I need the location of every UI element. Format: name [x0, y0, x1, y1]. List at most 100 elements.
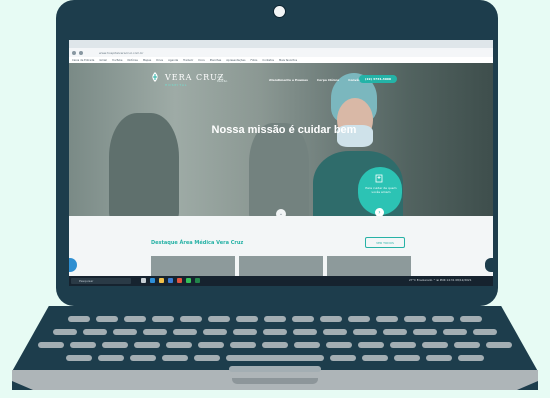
key [383, 329, 407, 335]
key [134, 342, 160, 348]
main-menu: Atendimento e Exames Corpo Clínico Convê… [269, 78, 366, 82]
hero-photo-surgeon [109, 113, 179, 216]
bookmark-item[interactable]: Fotos [250, 59, 257, 62]
key [124, 316, 146, 322]
key [162, 355, 188, 361]
bookmark-item[interactable]: Mais favoritos [279, 59, 297, 62]
key [233, 329, 257, 335]
address-bar[interactable]: www.hospitalveracruz.com.br [69, 48, 493, 57]
key [292, 316, 314, 322]
key [432, 316, 454, 322]
building-icon [375, 174, 383, 183]
doctor-card[interactable] [327, 256, 411, 278]
keyboard-row [0, 316, 550, 322]
spacebar-key [226, 355, 324, 361]
key [66, 355, 92, 361]
section-title: Destaque Área Médica Vera Cruz [151, 240, 244, 246]
chat-widget-button[interactable] [485, 258, 493, 272]
highlight-section: Destaque Área Médica Vera Cruz VER TODOS [69, 216, 493, 278]
key [98, 355, 124, 361]
bookmark-item[interactable]: Caixa de Entrada [72, 59, 94, 62]
bookmark-item[interactable]: Docs [198, 59, 204, 62]
key [454, 342, 480, 348]
key [68, 316, 90, 322]
forward-icon[interactable] [79, 50, 83, 55]
key [230, 342, 256, 348]
key [348, 316, 370, 322]
key [70, 342, 96, 348]
key [203, 329, 227, 335]
key [96, 316, 118, 322]
bookmark-item[interactable]: Planilhas [210, 59, 222, 62]
key [390, 342, 416, 348]
key [358, 342, 384, 348]
menu-item-atendimento[interactable]: Atendimento e Exames [269, 78, 308, 82]
store-icon[interactable] [168, 278, 173, 283]
bookmark-item[interactable]: Notícias [127, 59, 137, 62]
keyboard-row [0, 342, 550, 348]
bookmark-item[interactable]: Gmail [99, 59, 107, 62]
system-tray[interactable]: 27°C Ensolarado ^ ⊞ POR 14:31 08/12/2021 [409, 278, 472, 282]
key [413, 329, 437, 335]
key [166, 342, 192, 348]
key [422, 342, 448, 348]
logo-subtitle: HOSPITAL [165, 83, 188, 87]
key [262, 342, 288, 348]
chrome-icon[interactable] [177, 278, 182, 283]
back-icon[interactable] [72, 50, 76, 55]
url-text[interactable]: www.hospitalveracruz.com.br [99, 51, 143, 55]
promo-bubble-text: Para cuidar de quem vocês amam [365, 186, 397, 194]
key [180, 316, 202, 322]
task-view-icon[interactable] [141, 278, 146, 283]
hospital-logo-icon[interactable] [149, 71, 161, 83]
key [102, 342, 128, 348]
key [460, 316, 482, 322]
browser-tab-bar[interactable] [69, 40, 493, 48]
folder-icon[interactable] [159, 278, 164, 283]
key [263, 329, 287, 335]
bookmark-item[interactable]: YouTube [112, 59, 123, 62]
hero-banner: VERA CRUZ HOSPITAL Alto Padrão Atendimen… [69, 63, 493, 216]
whatsapp-icon[interactable] [186, 278, 191, 283]
key [130, 355, 156, 361]
key [152, 316, 174, 322]
bookmark-item[interactable]: Traduzir [183, 59, 193, 62]
key [326, 342, 352, 348]
bookmark-item[interactable]: Agenda [168, 59, 178, 62]
site-navbar: VERA CRUZ HOSPITAL Alto Padrão Atendimen… [69, 63, 493, 95]
arrow-right-icon[interactable]: › [375, 208, 384, 216]
key [330, 355, 356, 361]
key [198, 342, 224, 348]
key [473, 329, 497, 335]
key [293, 329, 317, 335]
see-all-button[interactable]: VER TODOS [365, 237, 405, 248]
key [83, 329, 107, 335]
key [376, 316, 398, 322]
key [323, 329, 347, 335]
webcam-icon [273, 5, 286, 18]
key [208, 316, 230, 322]
taskbar-search-input[interactable]: Pesquisar [71, 278, 131, 284]
logo-text[interactable]: VERA CRUZ [165, 73, 224, 82]
key [443, 329, 467, 335]
bookmark-item[interactable]: Apresentações [226, 59, 245, 62]
edge-icon[interactable] [150, 278, 155, 283]
key [486, 342, 512, 348]
key [38, 342, 64, 348]
key [394, 355, 420, 361]
key [194, 355, 220, 361]
phone-button[interactable]: (19) 3734-3000 [359, 75, 397, 83]
key [353, 329, 377, 335]
unit-label: Alto Padrão [217, 75, 228, 83]
doctor-card[interactable] [151, 256, 235, 278]
key [320, 316, 342, 322]
key [362, 355, 388, 361]
key [426, 355, 452, 361]
bookmark-item[interactable]: Drive [156, 59, 163, 62]
key [53, 329, 77, 335]
bookmark-item[interactable]: Contatos [262, 59, 274, 62]
doctor-card[interactable] [239, 256, 323, 278]
excel-icon[interactable] [195, 278, 200, 283]
menu-item-corpo-clinico[interactable]: Corpo Clínico [317, 78, 339, 82]
bookmark-item[interactable]: Mapas [143, 59, 151, 62]
